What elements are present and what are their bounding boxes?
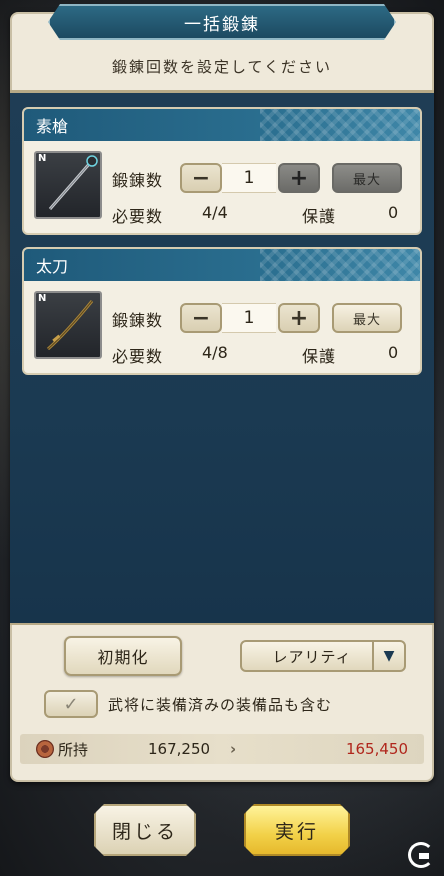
include-equipped-label: 武将に装備済みの装備品も含む	[108, 695, 333, 714]
item-header: 太刀	[24, 249, 420, 281]
required-label: 必要数	[112, 347, 164, 366]
item-name: 素槍	[36, 117, 69, 136]
required-label: 必要数	[112, 207, 164, 226]
minus-icon: −	[191, 165, 211, 191]
increase-button[interactable]: +	[278, 163, 320, 193]
sort-selected-value: レアリティ	[272, 647, 352, 666]
execute-button[interactable]: 実行	[244, 804, 350, 856]
plus-icon: +	[289, 165, 309, 191]
katana-icon: N	[34, 291, 102, 359]
max-button[interactable]: 最大	[332, 303, 402, 333]
dialog-title-text: 一括鍛錬	[184, 14, 260, 35]
increase-button[interactable]: +	[278, 303, 320, 333]
protect-label: 保護	[302, 207, 337, 226]
required-value: 4/4	[202, 203, 228, 222]
chevron-right-icon: ›	[230, 740, 237, 758]
dialog-title: 一括鍛錬	[48, 4, 396, 40]
include-equipped-checkbox[interactable]: ✓	[44, 690, 98, 718]
site-logo-icon	[408, 842, 434, 868]
checkmark-icon: ✓	[63, 693, 79, 715]
sort-dropdown[interactable]: レアリティ ▼	[240, 640, 406, 672]
list-item: 素槍 N 鍛錬数 − 1 + 最大 必要数 4/4 保護 0	[22, 107, 422, 235]
required-value: 4/8	[202, 343, 228, 362]
protect-label: 保護	[302, 347, 337, 366]
item-header: 素槍	[24, 109, 420, 141]
forge-count-value: 1	[222, 303, 276, 333]
forge-count-value: 1	[222, 163, 276, 193]
minus-icon: −	[191, 305, 211, 331]
owned-label: 所持	[58, 740, 89, 759]
forge-count-label: 鍛錬数	[112, 311, 164, 330]
reset-button[interactable]: 初期化	[64, 636, 182, 676]
item-name: 太刀	[36, 257, 69, 276]
protect-value: 0	[388, 203, 399, 222]
owned-resources-bar: 所持 167,250 › 165,450	[20, 734, 424, 764]
max-button[interactable]: 最大	[332, 163, 402, 193]
triangle-down-icon[interactable]: ▼	[372, 642, 404, 670]
plus-icon: +	[289, 305, 309, 331]
owned-current-value: 167,250	[148, 740, 211, 758]
decrease-button[interactable]: −	[180, 163, 222, 193]
list-item: 太刀 N 鍛錬数 − 1 + 最大 必要数 4/8 保護 0	[22, 247, 422, 375]
dialog-instruction: 鍛錬回数を設定してください	[111, 57, 333, 76]
coin-icon	[36, 740, 54, 758]
protect-value: 0	[388, 343, 399, 362]
spear-icon: N	[34, 151, 102, 219]
close-button[interactable]: 閉じる	[94, 804, 196, 856]
decrease-button[interactable]: −	[180, 303, 222, 333]
forge-count-label: 鍛錬数	[112, 171, 164, 190]
item-list[interactable]: 素槍 N 鍛錬数 − 1 + 最大 必要数 4/4 保護 0 太刀 N 鍛錬数 …	[10, 90, 434, 625]
owned-after-value: 165,450	[345, 740, 408, 758]
